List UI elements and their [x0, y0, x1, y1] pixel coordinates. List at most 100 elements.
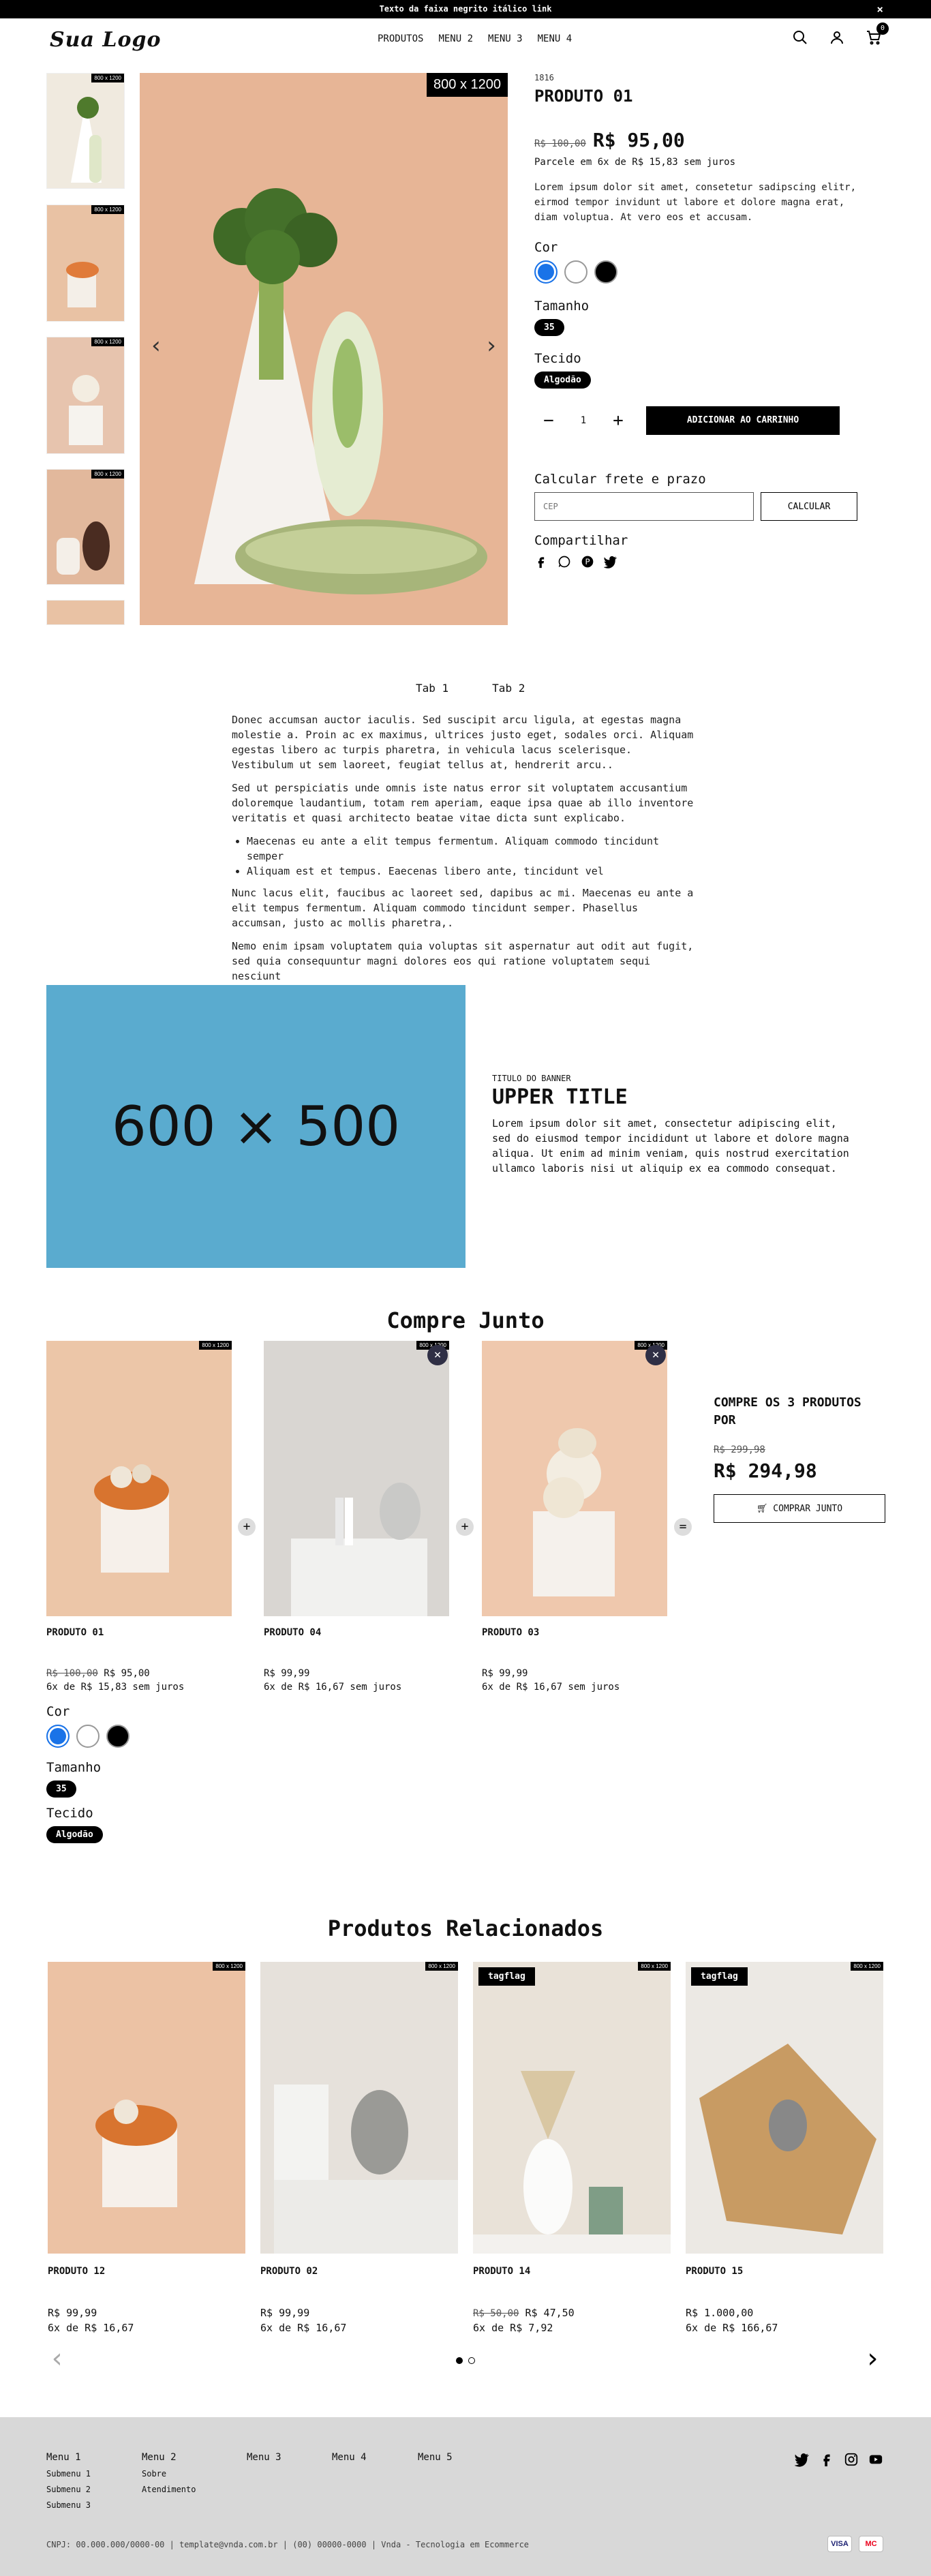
related-product-image[interactable]: 800 x 1200	[260, 1962, 458, 2254]
pinterest-icon[interactable]: P	[581, 555, 594, 569]
bundle-product-image[interactable]: 800 x 1200 ×	[264, 1341, 449, 1616]
footer-menu-title[interactable]: Menu 4	[332, 2452, 367, 2463]
image-placeholder-label: 800 x 1200	[638, 1962, 671, 1971]
color-swatch-black[interactable]	[594, 260, 617, 284]
footer-link[interactable]: Submenu 2	[46, 2485, 91, 2494]
equals-icon: =	[674, 1518, 692, 1536]
footer-menu-title[interactable]: Menu 1	[46, 2452, 91, 2463]
nav-item-menu-2[interactable]: MENU 2	[438, 33, 473, 44]
footer-menu-1: Menu 1 Submenu 1 Submenu 2 Submenu 3	[46, 2452, 91, 2510]
facebook-icon[interactable]	[534, 555, 548, 569]
tab-2[interactable]: Tab 2	[492, 682, 525, 695]
footer-menu-title[interactable]: Menu 2	[142, 2452, 196, 2463]
bundle-product-name[interactable]: PRODUTO 01	[46, 1627, 232, 1638]
footer-menu-title[interactable]: Menu 3	[247, 2452, 281, 2463]
twitter-icon[interactable]	[795, 2452, 810, 2467]
price-block: R$ 100,00 R$ 95,00	[534, 129, 861, 151]
gallery-thumbnail-1[interactable]: 800 x 1200	[46, 73, 125, 189]
chevron-left-icon[interactable]: ‹	[149, 332, 163, 359]
product-main-image[interactable]: 800 x 1200 ‹ ›	[140, 73, 508, 625]
related-product-price: R$ 99,99	[260, 2307, 458, 2319]
bundle-product-image[interactable]: 800 x 1200 ×	[482, 1341, 667, 1616]
nav-item-menu-4[interactable]: MENU 4	[538, 33, 573, 44]
fabric-label: Tecido	[534, 351, 581, 366]
plus-icon: +	[238, 1518, 256, 1536]
related-product-name[interactable]: PRODUTO 15	[686, 2266, 883, 2277]
gallery-thumbnail-2[interactable]: 800 x 1200	[46, 204, 125, 322]
related-product-installments: 6x de R$ 166,67	[686, 2322, 778, 2334]
color-swatch-blue[interactable]	[46, 1725, 70, 1748]
twitter-icon[interactable]	[604, 555, 617, 569]
buy-together-button[interactable]: 🛒︎ COMPRAR JUNTO	[714, 1494, 885, 1523]
color-swatch-white[interactable]	[76, 1725, 100, 1748]
related-product-image[interactable]: tagflag 800 x 1200	[473, 1962, 671, 2254]
close-icon[interactable]: ×	[876, 0, 883, 18]
facebook-icon[interactable]	[819, 2452, 834, 2467]
nav-item-produtos[interactable]: PRODUTOS	[378, 33, 423, 44]
footer-link[interactable]: Submenu 1	[46, 2469, 91, 2479]
fabric-option[interactable]: Algodão	[534, 372, 591, 389]
footer-link[interactable]: Submenu 3	[46, 2500, 91, 2510]
bundle-product-name[interactable]: PRODUTO 04	[264, 1627, 449, 1638]
chevron-right-icon[interactable]: ›	[485, 332, 498, 359]
bundle-product-card: 800 x 1200 PRODUTO 01 R$ 100,00 R$ 95,00…	[46, 1341, 232, 1693]
related-product-image[interactable]: tagflag 800 x 1200	[686, 1962, 883, 2254]
footer-link[interactable]: Atendimento	[142, 2485, 196, 2494]
nav-item-menu-3[interactable]: MENU 3	[488, 33, 523, 44]
bundle-product-name[interactable]: PRODUTO 03	[482, 1627, 667, 1638]
search-icon[interactable]	[792, 29, 810, 47]
calculate-shipping-button[interactable]: CALCULAR	[761, 492, 857, 521]
qty-decrease-button[interactable]: −	[534, 410, 563, 431]
image-placeholder-label: 800 x 1200	[213, 1962, 245, 1971]
cep-input[interactable]	[534, 492, 754, 521]
related-product-image[interactable]: 800 x 1200	[48, 1962, 245, 2254]
qty-value[interactable]: 1	[563, 415, 604, 426]
gallery-thumbnail-5[interactable]	[46, 600, 125, 625]
color-swatch-black[interactable]	[106, 1725, 129, 1748]
color-swatch-white[interactable]	[564, 260, 587, 284]
tab-1[interactable]: Tab 1	[416, 682, 448, 695]
instagram-icon[interactable]	[844, 2452, 859, 2467]
remove-icon[interactable]: ×	[427, 1345, 448, 1365]
share-icons: P	[534, 555, 861, 569]
image-placeholder-label: 800 x 1200	[199, 1341, 232, 1350]
bundle-product-image[interactable]: 800 x 1200	[46, 1341, 232, 1616]
banner-image[interactable]: 600 × 500	[46, 985, 466, 1268]
product-tag: tagflag	[478, 1967, 535, 1986]
announcement-text[interactable]: Texto da faixa negrito itálico link	[380, 4, 552, 14]
carousel-dot[interactable]	[468, 2357, 475, 2364]
user-icon[interactable]	[829, 29, 846, 47]
bundle-variations: Cor Tamanho 35 Tecido Algodão	[46, 1704, 129, 1843]
image-placeholder-label: 800 x 1200	[91, 470, 124, 479]
fabric-option[interactable]: Algodão	[46, 1826, 103, 1843]
product-title: PRODUTO 01	[534, 87, 633, 106]
tab-list-item: Maecenas eu ante a elit tempus fermentum…	[247, 834, 699, 864]
footer-menu-title[interactable]: Menu 5	[418, 2452, 453, 2463]
cart-icon[interactable]: 0	[866, 22, 889, 47]
carousel-dot-active[interactable]	[456, 2357, 463, 2364]
footer-link[interactable]: Sobre	[142, 2469, 196, 2479]
qty-increase-button[interactable]: +	[604, 410, 632, 431]
related-product-name[interactable]: PRODUTO 14	[473, 2266, 671, 2277]
gallery-thumbnail-4[interactable]: 800 x 1200	[46, 469, 125, 585]
gallery-thumbnail-3[interactable]: 800 x 1200	[46, 337, 125, 454]
carousel-prev-icon[interactable]: ‹	[49, 2345, 65, 2372]
logo[interactable]: Sua Logo	[50, 28, 161, 52]
related-product-name[interactable]: PRODUTO 02	[260, 2266, 458, 2277]
price: R$ 47,50	[525, 2307, 575, 2319]
related-product-name[interactable]: PRODUTO 12	[48, 2266, 245, 2277]
size-option[interactable]: 35	[46, 1781, 76, 1798]
size-option[interactable]: 35	[534, 319, 564, 336]
add-to-cart-button[interactable]: ADICIONAR AO CARRINHO	[646, 406, 840, 435]
footer-menu-3: Menu 3	[247, 2452, 281, 2463]
tab-paragraph: Sed ut perspiciatis unde omnis iste natu…	[232, 782, 694, 824]
carousel-next-icon[interactable]: ›	[864, 2345, 881, 2372]
product-info: 1816 PRODUTO 01 R$ 100,00 R$ 95,00 Parce…	[534, 73, 861, 569]
image-placeholder-label: 800 x 1200	[425, 1962, 458, 1971]
youtube-icon[interactable]	[868, 2452, 883, 2467]
related-product-card: 800 x 1200 PRODUTO 02 R$ 99,99 6x de R$ …	[260, 1962, 458, 2334]
whatsapp-icon[interactable]	[558, 555, 571, 569]
color-swatch-blue[interactable]	[534, 260, 558, 284]
tab-paragraph: Nemo enim ipsam voluptatem quia voluptas…	[232, 940, 694, 982]
remove-icon[interactable]: ×	[645, 1345, 666, 1365]
